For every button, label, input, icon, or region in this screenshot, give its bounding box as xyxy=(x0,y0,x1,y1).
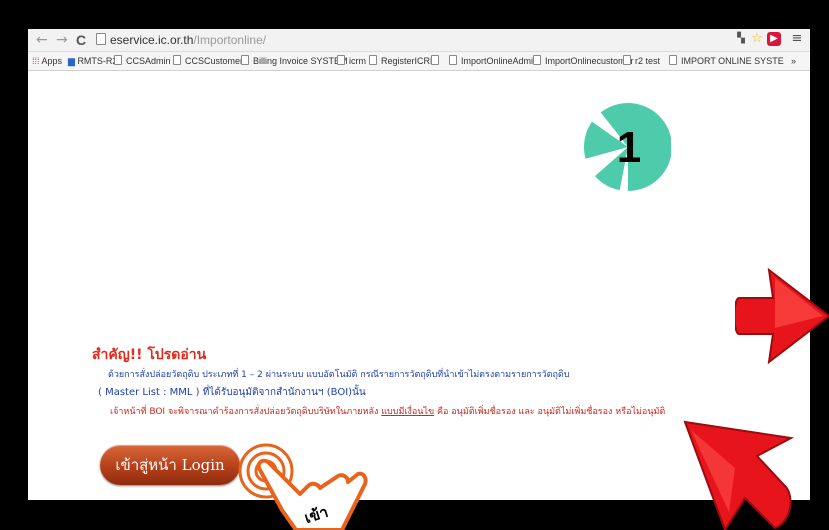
menu-icon[interactable]: ≡ xyxy=(790,32,804,46)
url-field[interactable]: eservice.ic.or.th/Importonline/ xyxy=(96,32,266,48)
translate-icon[interactable]: ▚ xyxy=(734,32,748,46)
apps-grid-icon: ⁞⁞⁞ xyxy=(32,56,40,66)
bookmark-r2test[interactable]: r2 test xyxy=(623,55,660,67)
page-icon xyxy=(96,33,106,45)
forward-button[interactable]: → xyxy=(56,31,68,49)
countdown-pie: 1 xyxy=(581,100,671,194)
bookmark-apps[interactable]: ⁞⁞⁞ Apps xyxy=(32,55,62,67)
extension-icon[interactable]: ▶ xyxy=(767,32,781,46)
down-arrow-icon[interactable] xyxy=(665,412,795,530)
page-icon xyxy=(337,55,345,65)
page-icon xyxy=(241,55,249,65)
page-icon xyxy=(114,55,122,65)
bookmark-importonlineadmin[interactable]: ImportOnlineAdmin xyxy=(449,55,538,67)
page-icon xyxy=(369,55,377,65)
bookmark-import-online-system[interactable]: IMPORT ONLINE SYSTE xyxy=(669,55,784,67)
page-icon xyxy=(173,55,181,65)
address-bar: ← → C eservice.ic.or.th/Importonline/ ▚ … xyxy=(28,29,810,52)
bookmarks-bar: ⁞⁞⁞ Apps ▆ RMTS-R2 CCSAdmin CCSCustomer … xyxy=(28,52,810,71)
bookmark-blank[interactable] xyxy=(431,55,443,67)
bookmark-icrm[interactable]: icrm xyxy=(337,55,366,67)
next-arrow-icon[interactable] xyxy=(735,268,829,364)
page-icon xyxy=(669,55,677,65)
url-host: eservice.ic.or.th xyxy=(110,33,194,47)
bookmark-rmts-r2[interactable]: ▆ RMTS-R2 xyxy=(68,55,117,67)
page-icon xyxy=(533,55,541,65)
star-icon[interactable]: ☆ xyxy=(750,32,764,46)
bookmark-ccsadmin[interactable]: CCSAdmin xyxy=(114,55,171,67)
page-icon xyxy=(623,55,631,65)
notice-line-2: ( Master List : MML ) ที่ได้รับอนุมัติจา… xyxy=(98,387,366,398)
bar-icon: ▆ xyxy=(68,56,75,66)
back-button[interactable]: ← xyxy=(36,31,48,49)
notice-line-1: ด้วยการสั่งปล่อยวัตถุดิบ ประเภทที่ 1 – 2… xyxy=(108,370,570,380)
page-icon xyxy=(431,55,439,65)
page-icon xyxy=(449,55,457,65)
important-heading: สำคัญ!! โปรดอ่าน xyxy=(92,347,207,363)
login-button[interactable]: เข้าสู่หน้า Login xyxy=(100,445,240,485)
bookmark-ccscustomer[interactable]: CCSCustomer xyxy=(173,55,243,67)
conditional-link[interactable]: แบบมีเงื่อนไข xyxy=(381,407,434,417)
notice-line-3: เจ้าหน้าที่ BOI จะพิจารณาคำร้องการสั่งปล… xyxy=(110,407,666,417)
countdown-number: 1 xyxy=(617,123,641,172)
url-path: /Importonline/ xyxy=(193,33,267,47)
bookmarks-overflow-icon[interactable]: » xyxy=(791,55,796,67)
bookmark-registericrm[interactable]: RegisterICRM xyxy=(369,55,438,67)
reload-button[interactable]: C xyxy=(76,31,86,49)
pointing-hand-icon: เข้า xyxy=(238,443,368,530)
bookmark-billing[interactable]: Billing Invoice SYSTEM xyxy=(241,55,348,67)
bookmark-importonlinecustomer[interactable]: ImportOnlinecustomer xyxy=(533,55,634,67)
